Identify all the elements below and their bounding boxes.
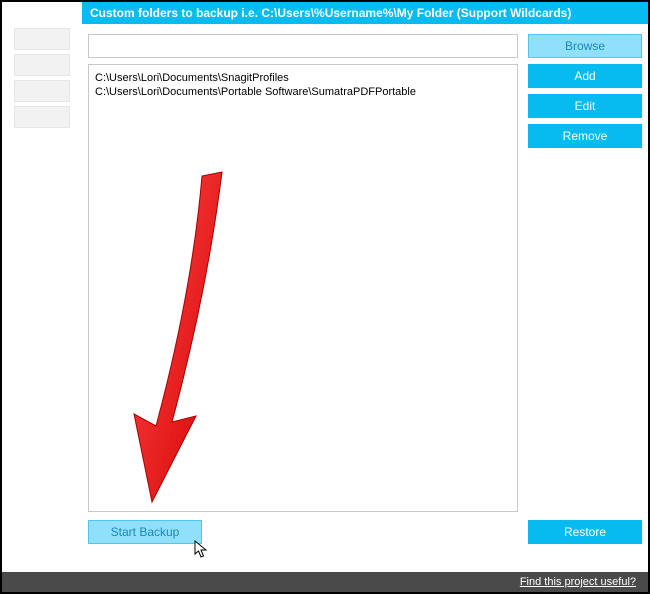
action-button-column: Browse Add Edit Remove (528, 34, 642, 154)
folder-list[interactable]: C:\Users\Lori\Documents\SnagitProfiles C… (88, 64, 518, 512)
restore-button[interactable]: Restore (528, 520, 642, 544)
sidebar-item[interactable] (14, 106, 70, 128)
add-button[interactable]: Add (528, 64, 642, 88)
sidebar-item[interactable] (14, 28, 70, 50)
section-header: Custom folders to backup i.e. C:\Users\%… (82, 2, 648, 24)
bottom-left-actions: Start Backup (88, 520, 202, 550)
status-bar: Find this project useful? (2, 572, 648, 592)
remove-button[interactable]: Remove (528, 124, 642, 148)
sidebar-item[interactable] (14, 80, 70, 102)
path-input[interactable] (88, 34, 518, 58)
category-sidebar (2, 24, 82, 132)
section-header-text: Custom folders to backup i.e. C:\Users\%… (90, 6, 571, 20)
edit-button[interactable]: Edit (528, 94, 642, 118)
browse-button[interactable]: Browse (528, 34, 642, 58)
main-panel: C:\Users\Lori\Documents\SnagitProfiles C… (82, 24, 648, 572)
path-input-row (88, 34, 518, 58)
list-item[interactable]: C:\Users\Lori\Documents\SnagitProfiles (95, 71, 511, 85)
start-backup-button[interactable]: Start Backup (88, 520, 202, 544)
app-window: Custom folders to backup i.e. C:\Users\%… (0, 0, 650, 594)
project-useful-link[interactable]: Find this project useful? (520, 576, 636, 588)
bottom-right-actions: Restore (528, 520, 642, 550)
list-item[interactable]: C:\Users\Lori\Documents\Portable Softwar… (95, 85, 511, 99)
sidebar-item[interactable] (14, 54, 70, 76)
